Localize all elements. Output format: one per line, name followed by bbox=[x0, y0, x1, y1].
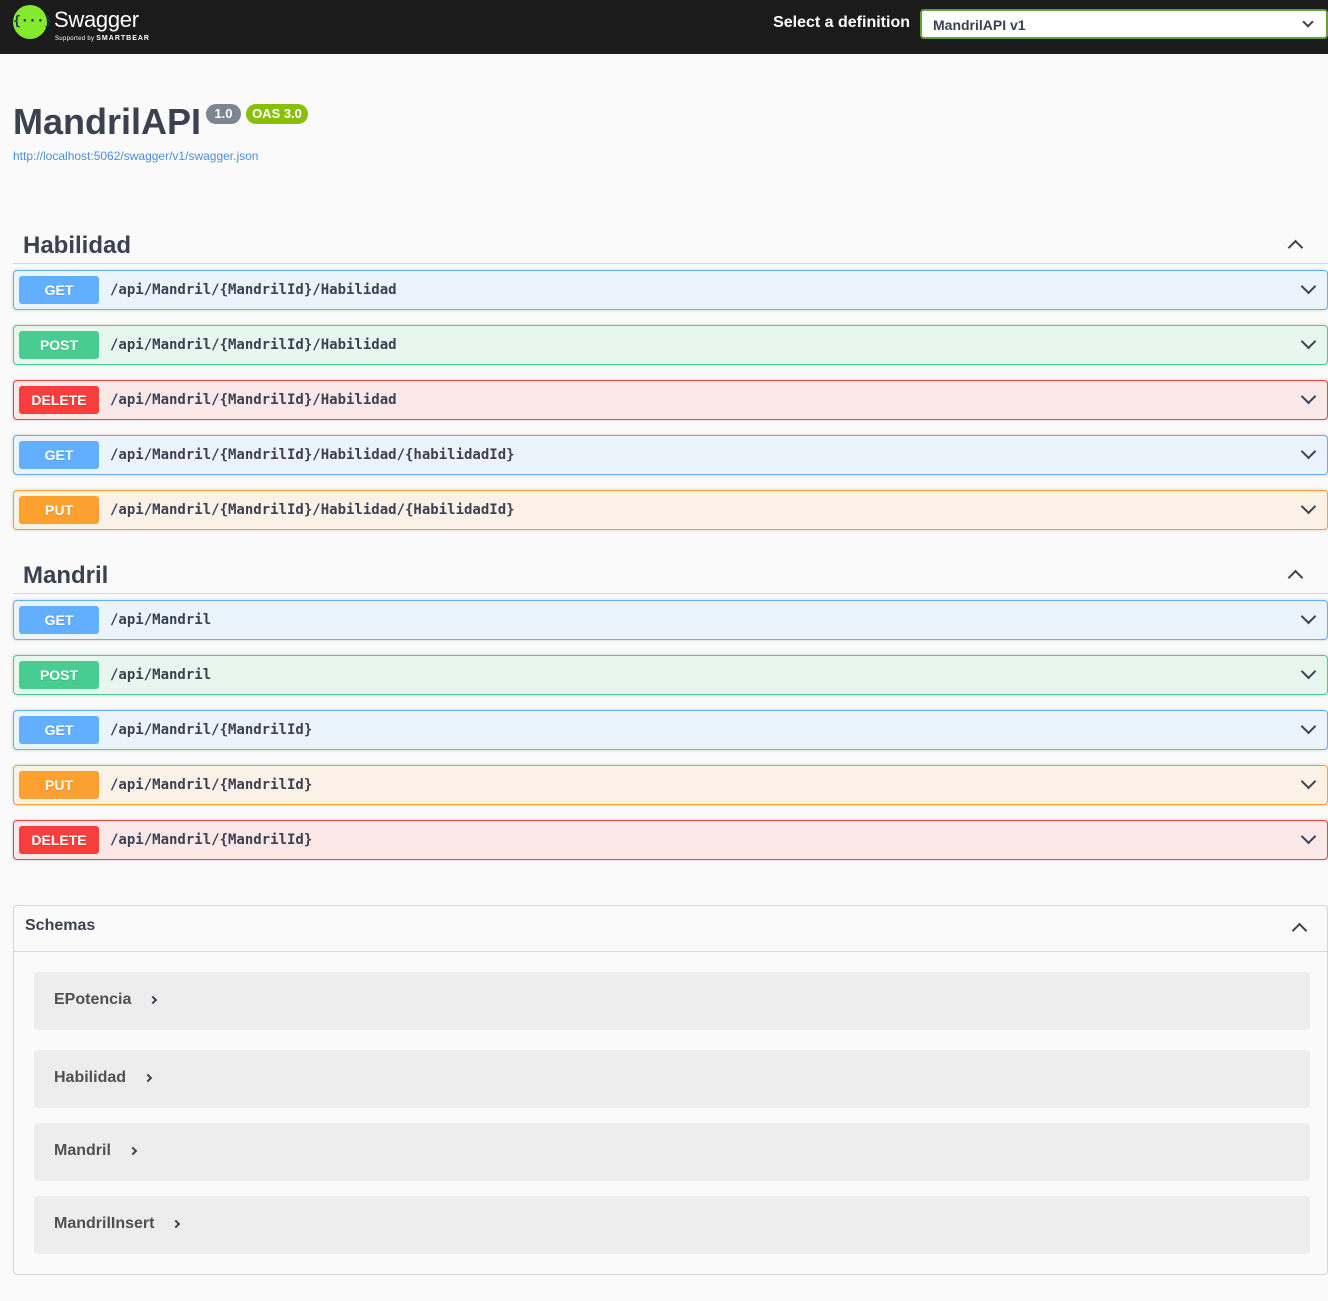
tag-habilidad[interactable]: Habilidad bbox=[13, 224, 1328, 264]
definition-select[interactable]: MandrilAPI v1 bbox=[920, 9, 1328, 39]
chevron-down-icon bbox=[1300, 718, 1317, 735]
operation-path: /api/Mandril bbox=[110, 612, 212, 628]
method-badge: PUT bbox=[19, 771, 99, 799]
method-badge: GET bbox=[19, 441, 99, 469]
chevron-right-icon bbox=[128, 1146, 138, 1156]
chevron-up-icon bbox=[1291, 922, 1308, 939]
schema-model[interactable]: MandrilInsert bbox=[34, 1196, 1310, 1254]
schemas-section: Schemas EPotencia Habilidad Mandril Mand… bbox=[13, 905, 1328, 1275]
chevron-down-icon bbox=[1300, 608, 1317, 625]
method-badge: POST bbox=[19, 661, 99, 689]
operation-path: /api/Mandril/{MandrilId}/Habilidad bbox=[110, 392, 397, 408]
operation-row[interactable]: POST /api/Mandril bbox=[13, 655, 1328, 695]
method-badge: DELETE bbox=[19, 826, 99, 854]
chevron-down-icon bbox=[1300, 773, 1317, 790]
definition-select-value: MandrilAPI v1 bbox=[933, 17, 1026, 33]
chevron-right-icon bbox=[149, 995, 158, 1005]
operation-row[interactable]: GET /api/Mandril bbox=[13, 600, 1328, 640]
oas-badge: OAS 3.0 bbox=[246, 104, 308, 124]
operation-row[interactable]: DELETE /api/Mandril/{MandrilId}/Habilida… bbox=[13, 380, 1328, 420]
schema-model[interactable]: EPotencia bbox=[34, 972, 1310, 1030]
method-badge: GET bbox=[19, 276, 99, 304]
swagger-logo[interactable]: {···} Swagger Supported by SMARTBEAR bbox=[13, 5, 163, 47]
operation-path: /api/Mandril/{MandrilId} bbox=[110, 832, 313, 848]
tag-mandril[interactable]: Mandril bbox=[13, 554, 1328, 594]
chevron-down-icon bbox=[1300, 498, 1317, 515]
schemas-title: Schemas bbox=[25, 917, 96, 934]
schema-model-label: Mandril bbox=[54, 1142, 138, 1160]
schemas-header[interactable]: Schemas bbox=[14, 906, 1327, 952]
schema-model[interactable]: Habilidad bbox=[34, 1050, 1310, 1108]
chevron-down-icon bbox=[1300, 443, 1317, 460]
chevron-down-icon bbox=[1302, 16, 1314, 28]
version-badge: 1.0 bbox=[206, 104, 241, 124]
chevron-right-icon bbox=[143, 1073, 153, 1083]
definition-label: Select a definition bbox=[773, 14, 910, 31]
operation-path: /api/Mandril/{MandrilId}/Habilidad bbox=[110, 282, 397, 298]
api-title: MandrilAPI bbox=[13, 101, 202, 142]
chevron-up-icon bbox=[1287, 569, 1304, 586]
operation-row[interactable]: GET /api/Mandril/{MandrilId}/Habilidad bbox=[13, 270, 1328, 310]
schema-model-label: MandrilInsert bbox=[54, 1215, 181, 1233]
chevron-down-icon bbox=[1300, 828, 1317, 845]
operation-path: /api/Mandril bbox=[110, 667, 212, 683]
operation-path: /api/Mandril/{MandrilId} bbox=[110, 777, 313, 793]
operation-path: /api/Mandril/{MandrilId}/Habilidad/{habi… bbox=[110, 447, 515, 463]
method-badge: GET bbox=[19, 716, 99, 744]
brand-subtitle: Supported by SMARTBEAR bbox=[55, 35, 150, 42]
chevron-up-icon bbox=[1287, 239, 1304, 256]
brand-name: Swagger bbox=[54, 7, 139, 32]
chevron-down-icon bbox=[1300, 388, 1317, 405]
swagger-logo-icon: {···} bbox=[13, 5, 52, 39]
tag-title: Mandril bbox=[23, 562, 109, 589]
operation-row[interactable]: GET /api/Mandril/{MandrilId} bbox=[13, 710, 1328, 750]
chevron-down-icon bbox=[1300, 663, 1317, 680]
schema-model-label: Habilidad bbox=[54, 1069, 153, 1087]
method-badge: GET bbox=[19, 606, 99, 634]
chevron-right-icon bbox=[172, 1219, 181, 1229]
chevron-down-icon bbox=[1300, 333, 1317, 350]
operation-row[interactable]: PUT /api/Mandril/{MandrilId}/Habilidad/{… bbox=[13, 490, 1328, 530]
operation-row[interactable]: DELETE /api/Mandril/{MandrilId} bbox=[13, 820, 1328, 860]
chevron-down-icon bbox=[1300, 278, 1317, 295]
schema-model-label: EPotencia bbox=[54, 991, 158, 1009]
schema-model[interactable]: Mandril bbox=[34, 1123, 1310, 1181]
tag-title: Habilidad bbox=[23, 232, 132, 259]
operation-row[interactable]: PUT /api/Mandril/{MandrilId} bbox=[13, 765, 1328, 805]
operation-path: /api/Mandril/{MandrilId}/Habilidad bbox=[110, 337, 397, 353]
operation-row[interactable]: GET /api/Mandril/{MandrilId}/Habilidad/{… bbox=[13, 435, 1328, 475]
method-badge: POST bbox=[19, 331, 99, 359]
operation-path: /api/Mandril/{MandrilId} bbox=[110, 722, 313, 738]
method-badge: DELETE bbox=[19, 386, 99, 414]
method-badge: PUT bbox=[19, 496, 99, 524]
operation-path: /api/Mandril/{MandrilId}/Habilidad/{Habi… bbox=[110, 502, 515, 518]
topbar: {···} Swagger Supported by SMARTBEAR Sel… bbox=[0, 0, 1328, 54]
operation-row[interactable]: POST /api/Mandril/{MandrilId}/Habilidad bbox=[13, 325, 1328, 365]
spec-url-link[interactable]: http://localhost:5062/swagger/v1/swagger… bbox=[13, 149, 258, 163]
